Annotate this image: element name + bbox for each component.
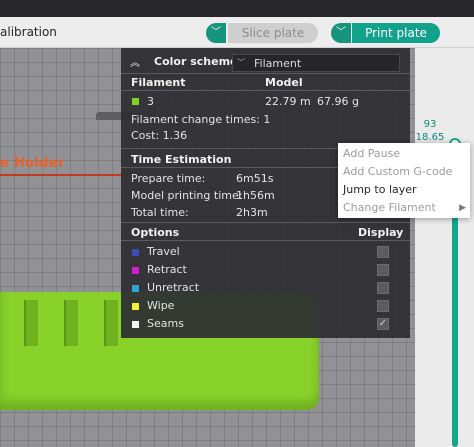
seams-label: Seams bbox=[147, 317, 184, 330]
travel-color-swatch bbox=[132, 249, 139, 256]
total-time-label: Total time: bbox=[131, 206, 189, 219]
prepare-time-label: Prepare time: bbox=[131, 172, 206, 185]
travel-label: Travel bbox=[147, 245, 180, 258]
color-scheme-value: Filament bbox=[254, 57, 302, 70]
layer-slider-panel bbox=[415, 48, 474, 447]
divider bbox=[121, 90, 410, 91]
change-filament-label: Change Filament bbox=[343, 201, 436, 214]
seams-display-checkbox[interactable]: ✓ bbox=[377, 318, 389, 330]
seams-color-swatch bbox=[132, 321, 139, 328]
filament-name: 3 bbox=[147, 95, 154, 108]
model-peg bbox=[104, 300, 118, 346]
layer-number: 93 bbox=[423, 119, 437, 130]
toolbar: alibration ﹀ Slice plate ﹀ Print plate bbox=[0, 17, 474, 48]
unretract-color-swatch bbox=[132, 285, 139, 292]
menu-item-add-custom-gcode[interactable]: Add Custom G-code bbox=[338, 163, 470, 181]
menu-item-add-pause[interactable]: Add Pause bbox=[338, 145, 470, 163]
layer-context-menu: Add Pause Add Custom G-code Jump to laye… bbox=[338, 143, 470, 218]
slice-options-dropdown[interactable]: ﹀ bbox=[206, 23, 226, 43]
retract-label: Retract bbox=[147, 263, 187, 276]
wipe-label: Wipe bbox=[147, 299, 175, 312]
checkmark-icon: ✓ bbox=[378, 318, 388, 329]
divider bbox=[121, 240, 410, 241]
divider bbox=[121, 222, 410, 223]
wipe-color-swatch bbox=[132, 303, 139, 310]
model-printing-time-label: Model printing time: bbox=[131, 189, 243, 202]
filament-color-swatch bbox=[132, 98, 139, 105]
filament-length: 22.79 m bbox=[265, 95, 311, 108]
model-column-header: Model bbox=[265, 76, 303, 89]
color-scheme-select[interactable]: ﹀ Filament bbox=[232, 54, 400, 72]
calibration-menu-label[interactable]: alibration bbox=[0, 25, 57, 39]
print-plate-button[interactable]: Print plate bbox=[352, 23, 440, 43]
model-peg bbox=[24, 300, 38, 346]
retract-display-checkbox[interactable] bbox=[377, 264, 389, 276]
options-header: Options bbox=[131, 226, 180, 239]
total-time-value: 2h3m bbox=[236, 206, 268, 219]
filament-change-times: Filament change times: 1 bbox=[131, 113, 271, 126]
window-top-strip bbox=[0, 0, 474, 17]
print-options-dropdown[interactable]: ﹀ bbox=[331, 23, 351, 43]
chevron-down-icon: ﹀ bbox=[211, 27, 221, 38]
chevron-down-icon: ﹀ bbox=[237, 58, 245, 67]
legend-header: ︽ Color scheme ﹀ Filament bbox=[121, 48, 410, 74]
filament-column-header: Filament bbox=[131, 76, 186, 89]
color-scheme-label: Color scheme bbox=[154, 55, 238, 68]
prepare-time-value: 6m51s bbox=[236, 172, 274, 185]
plate-underline bbox=[0, 174, 122, 176]
wipe-display-checkbox[interactable] bbox=[377, 300, 389, 312]
cost-text: Cost: 1.36 bbox=[131, 129, 188, 142]
collapse-icon[interactable]: ︽ bbox=[130, 54, 140, 69]
unretract-display-checkbox[interactable] bbox=[377, 282, 389, 294]
slice-plate-button[interactable]: Slice plate bbox=[228, 23, 318, 43]
display-header: Display bbox=[358, 226, 404, 239]
retract-color-swatch bbox=[132, 267, 139, 274]
plate-name-label: e Holder bbox=[0, 156, 65, 171]
time-estimation-header: Time Estimation bbox=[131, 153, 232, 166]
model-peg bbox=[64, 300, 78, 346]
travel-display-checkbox[interactable] bbox=[377, 246, 389, 258]
menu-item-change-filament[interactable]: Change Filament ▶ bbox=[338, 199, 470, 217]
filament-weight: 67.96 g bbox=[317, 95, 359, 108]
unretract-label: Unretract bbox=[147, 281, 200, 294]
layer-indicator: 93 18.65 bbox=[415, 118, 445, 144]
chevron-down-icon: ﹀ bbox=[336, 27, 346, 38]
submenu-arrow-icon: ▶ bbox=[459, 203, 466, 213]
model-printing-time-value: 1h56m bbox=[236, 189, 275, 202]
menu-item-jump-to-layer[interactable]: Jump to layer bbox=[338, 181, 470, 199]
